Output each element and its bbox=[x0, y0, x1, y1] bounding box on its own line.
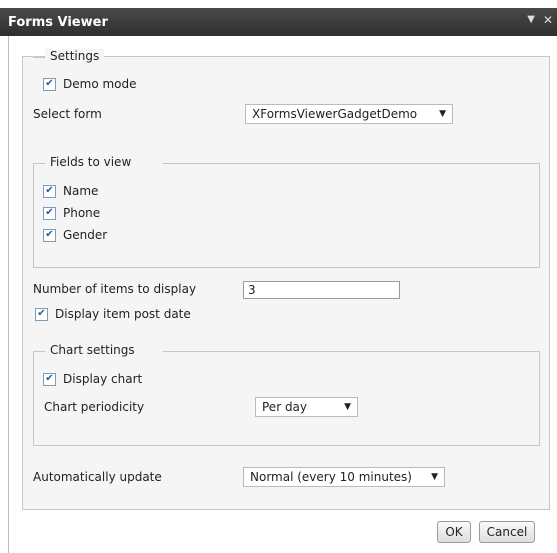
window-title: Forms Viewer bbox=[8, 15, 108, 30]
items-count-input[interactable]: 3 bbox=[243, 281, 400, 299]
fields-fieldset bbox=[33, 163, 540, 268]
settings-panel: Settings ✔ Demo mode Select form XFormsV… bbox=[22, 49, 550, 510]
auto-update-value: Normal (every 10 minutes) bbox=[250, 470, 412, 484]
settings-legend: Settings bbox=[45, 49, 105, 63]
dialog-body: Settings ✔ Demo mode Select form XFormsV… bbox=[8, 36, 557, 553]
auto-update-label: Automatically update bbox=[33, 470, 162, 484]
display-chart-label: Display chart bbox=[63, 372, 143, 386]
field-phone-checkbox[interactable]: ✔ bbox=[43, 206, 56, 220]
chart-legend: Chart settings bbox=[45, 343, 140, 357]
close-icon[interactable]: ✕ bbox=[543, 13, 553, 27]
field-gender-label: Gender bbox=[63, 228, 108, 242]
demo-mode-label: Demo mode bbox=[63, 77, 137, 91]
post-date-label: Display item post date bbox=[55, 307, 191, 321]
field-name-row[interactable]: ✔ Name bbox=[43, 184, 98, 198]
display-chart-checkbox[interactable]: ✔ bbox=[43, 372, 56, 386]
periodicity-value: Per day bbox=[262, 400, 308, 414]
periodicity-label: Chart periodicity bbox=[44, 400, 145, 414]
post-date-row[interactable]: ✔ Display item post date bbox=[35, 307, 191, 321]
ok-button[interactable]: OK bbox=[437, 521, 471, 543]
field-gender-checkbox[interactable]: ✔ bbox=[43, 228, 56, 242]
post-date-checkbox[interactable]: ✔ bbox=[35, 307, 48, 321]
cancel-button[interactable]: Cancel bbox=[479, 521, 535, 543]
field-gender-row[interactable]: ✔ Gender bbox=[43, 228, 107, 242]
auto-update-dropdown[interactable]: Normal (every 10 minutes) ▼ bbox=[243, 467, 445, 487]
field-name-label: Name bbox=[63, 184, 99, 198]
display-chart-row[interactable]: ✔ Display chart bbox=[43, 372, 142, 386]
field-phone-row[interactable]: ✔ Phone bbox=[43, 206, 100, 220]
window-titlebar: Forms Viewer ▼ ✕ bbox=[0, 8, 557, 36]
chevron-down-icon: ▼ bbox=[431, 472, 438, 482]
field-name-checkbox[interactable]: ✔ bbox=[43, 184, 56, 198]
select-form-dropdown[interactable]: XFormsViewerGadgetDemo ▼ bbox=[245, 104, 453, 124]
field-phone-label: Phone bbox=[63, 206, 101, 220]
demo-mode-checkbox[interactable]: ✔ bbox=[43, 77, 56, 91]
select-form-label: Select form bbox=[33, 107, 102, 121]
chevron-down-icon: ▼ bbox=[344, 402, 351, 412]
items-count-label: Number of items to display bbox=[33, 282, 197, 296]
fields-legend: Fields to view bbox=[45, 155, 137, 169]
periodicity-dropdown[interactable]: Per day ▼ bbox=[255, 397, 358, 417]
demo-mode-checkbox-row[interactable]: ✔ Demo mode bbox=[43, 77, 137, 91]
menu-chevron-icon[interactable]: ▼ bbox=[527, 14, 535, 25]
select-form-value: XFormsViewerGadgetDemo bbox=[252, 107, 418, 121]
chevron-down-icon: ▼ bbox=[439, 109, 446, 119]
